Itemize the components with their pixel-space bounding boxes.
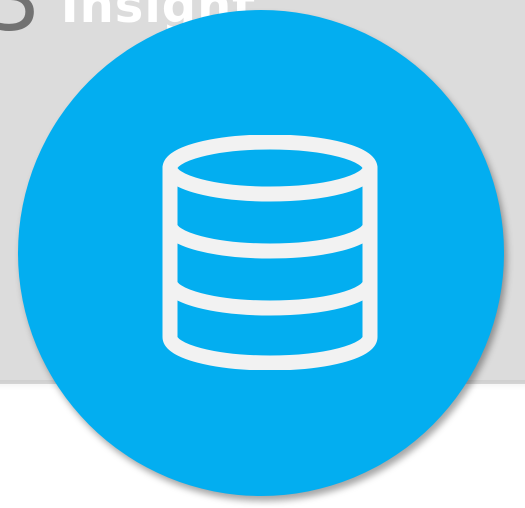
section-number: 3: [0, 0, 41, 51]
database-ring-1: [162, 217, 378, 259]
slide-canvas: 3 Insight: [0, 0, 525, 508]
database-top-ellipse: [162, 135, 378, 202]
database-icon: [162, 135, 378, 370]
database-ring-2: [162, 274, 378, 316]
